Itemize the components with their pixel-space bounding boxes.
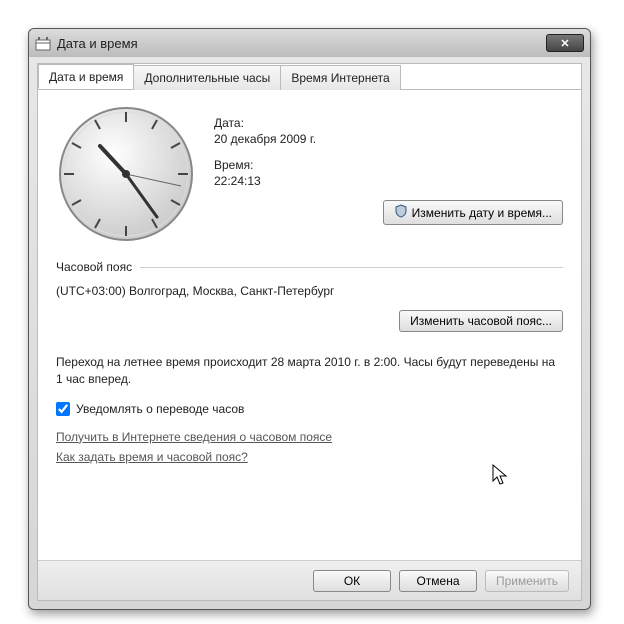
tab-date-time[interactable]: Дата и время	[38, 64, 134, 89]
cancel-button[interactable]: Отмена	[399, 570, 477, 592]
shield-icon	[394, 204, 408, 221]
dst-description: Переход на летнее время происходит 28 ма…	[56, 354, 563, 388]
dialog-footer: ОК Отмена Применить	[38, 560, 581, 600]
link-how-to-set[interactable]: Как задать время и часовой пояс?	[56, 450, 563, 464]
tab-body: Дата: 20 декабря 2009 г. Время: 22:24:13…	[38, 90, 581, 560]
change-date-time-button[interactable]: Изменить дату и время...	[383, 200, 563, 225]
divider	[140, 267, 563, 268]
tab-internet-time[interactable]: Время Интернета	[280, 65, 400, 90]
link-timezone-info[interactable]: Получить в Интернете сведения о часовом …	[56, 430, 563, 444]
client-area: Дата и время Дополнительные часы Время И…	[37, 63, 582, 601]
date-label: Дата:	[214, 116, 563, 130]
date-time-dialog: Дата и время ✕ Дата и время Дополнительн…	[28, 28, 591, 610]
timezone-heading: Часовой пояс	[56, 260, 132, 274]
apply-button[interactable]: Применить	[485, 570, 569, 592]
ok-button[interactable]: ОК	[313, 570, 391, 592]
close-icon: ✕	[560, 37, 569, 50]
notify-dst-checkbox[interactable]	[56, 402, 70, 416]
date-value: 20 декабря 2009 г.	[214, 132, 563, 146]
close-button[interactable]: ✕	[546, 34, 584, 52]
window-title: Дата и время	[57, 36, 138, 51]
date-time-info: Дата: 20 декабря 2009 г. Время: 22:24:13…	[214, 104, 563, 244]
tab-additional-clocks[interactable]: Дополнительные часы	[133, 65, 281, 90]
timezone-value: (UTC+03:00) Волгоград, Москва, Санкт-Пет…	[56, 284, 563, 298]
change-timezone-button[interactable]: Изменить часовой пояс...	[399, 310, 563, 332]
time-value: 22:24:13	[214, 174, 563, 188]
analog-clock	[56, 104, 196, 244]
clock-icon	[35, 35, 51, 51]
time-label: Время:	[214, 158, 563, 172]
titlebar[interactable]: Дата и время ✕	[29, 29, 590, 57]
notify-dst-label: Уведомлять о переводе часов	[76, 402, 244, 416]
tab-strip: Дата и время Дополнительные часы Время И…	[38, 64, 581, 90]
